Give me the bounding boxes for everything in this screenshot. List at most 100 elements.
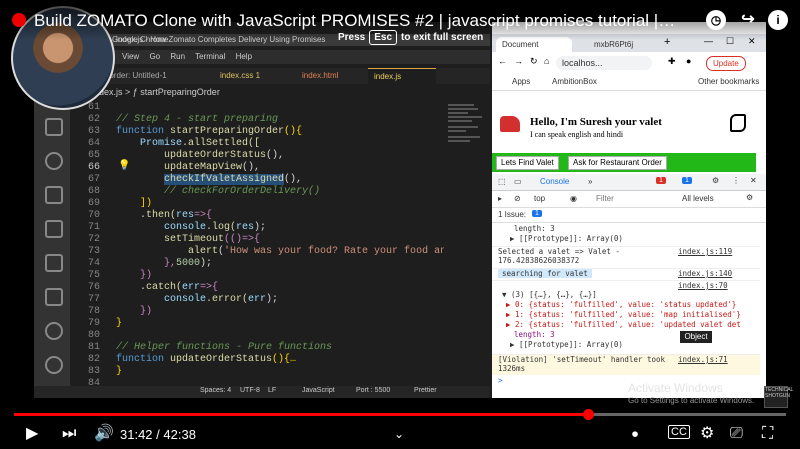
reload-icon[interactable]: ↻: [530, 56, 538, 67]
exit-fullscreen-icon[interactable]: ⛶: [762, 425, 773, 443]
bookmarks-bar: Apps AmbitionBox Other bookmarks: [492, 76, 766, 91]
activate-windows-watermark: Activate Windows: [628, 381, 723, 395]
forward-icon[interactable]: →: [514, 56, 523, 66]
issues-count-badge[interactable]: 1: [532, 210, 542, 217]
levels-select[interactable]: All levels: [682, 194, 714, 203]
line-number: 77: [87, 294, 100, 305]
line-number: 76: [87, 282, 100, 293]
kebab-menu-icon[interactable]: ⋮: [732, 176, 740, 185]
channel-logo[interactable]: TECHNICAL SHOTGUN: [764, 386, 793, 408]
error-count-badge[interactable]: 1: [656, 177, 666, 184]
menu-go[interactable]: Go: [149, 52, 160, 61]
console-filter-bar: ▸ ⊘ top ◉ Filter All levels ⚙: [492, 191, 766, 208]
source-control-icon[interactable]: [45, 152, 63, 170]
line-number: 83: [87, 366, 100, 377]
next-icon[interactable]: ⏭: [62, 425, 76, 443]
play-icon[interactable]: ▶: [26, 425, 38, 443]
console-source-link[interactable]: index.js:119: [678, 247, 732, 256]
share-icon[interactable]: ↪: [738, 10, 758, 30]
status-port[interactable]: Port : 5500: [356, 387, 390, 394]
menu-help[interactable]: Help: [236, 52, 252, 61]
account-icon[interactable]: [45, 322, 63, 340]
console-source-link[interactable]: index.js:70: [678, 281, 728, 290]
find-valet-button[interactable]: Lets Find Valet: [496, 156, 559, 170]
tab-index-css[interactable]: index.css 1: [214, 68, 290, 84]
code-line-64: Promise.allSettled([: [140, 138, 260, 149]
code-editor[interactable]: // Step 4 - start preparing function sta…: [114, 100, 494, 390]
code-token: 5000: [176, 258, 201, 269]
address-bar[interactable]: localhos...: [556, 56, 652, 70]
profile-icon[interactable]: ●: [686, 56, 691, 66]
update-button[interactable]: Update: [706, 56, 746, 71]
bookmark-ambitionbox[interactable]: AmbitionBox: [552, 77, 597, 86]
activity-bar: [34, 100, 70, 398]
autoplay-toggle[interactable]: ⏺: [632, 425, 638, 443]
player-controls: ▶ ⏭ 🔊 31:42 / 42:38 ⌄ ⏺ CC ⚙ ⎚ ⛶: [0, 420, 800, 449]
console-line[interactable]: ▶ [[Prototype]]: Array(0): [492, 340, 772, 351]
console-output[interactable]: length: 3 ▶ [[Prototype]]: Array(0) Sele…: [492, 224, 766, 398]
vscode-status-bar: Spaces: 4 UTF-8 LF JavaScript Port : 550…: [34, 386, 490, 398]
volume-icon[interactable]: 🔊: [94, 425, 114, 443]
close-devtools-icon[interactable]: ✕: [750, 176, 757, 185]
extensions-icon[interactable]: [45, 220, 63, 238]
device-icon[interactable]: ▭: [514, 177, 522, 186]
code-token: .error(: [206, 294, 249, 305]
back-icon[interactable]: ←: [498, 56, 507, 66]
code-token: );: [200, 258, 213, 269]
menu-run[interactable]: Run: [170, 52, 185, 61]
status-eol[interactable]: LF: [268, 387, 276, 394]
inspect-icon[interactable]: ⬚: [498, 177, 506, 186]
status-encoding[interactable]: UTF-8: [240, 387, 260, 394]
minimap[interactable]: [444, 100, 490, 390]
code-token: .then(: [140, 210, 177, 221]
remote-explorer-icon[interactable]: [45, 254, 63, 272]
gear-icon[interactable]: [45, 356, 63, 374]
ask-restaurant-button[interactable]: Ask for Restaurant Order: [568, 156, 667, 170]
status-prettier[interactable]: Prettier: [414, 387, 437, 394]
captions-icon[interactable]: CC: [668, 425, 690, 439]
chevron-down-icon[interactable]: ⌄: [394, 425, 404, 443]
cast-icon[interactable]: ⎚: [730, 425, 743, 443]
issues-label[interactable]: 1 Issue:: [498, 210, 526, 219]
testing-icon[interactable]: [45, 288, 63, 306]
home-icon[interactable]: ⌂: [544, 56, 549, 66]
tab-index-html[interactable]: index.html: [296, 68, 372, 84]
extensions-icon[interactable]: ✚: [668, 56, 676, 67]
clear-console-icon[interactable]: ⊘: [514, 194, 521, 203]
context-select[interactable]: top: [534, 194, 545, 203]
status-spaces[interactable]: Spaces: 4: [200, 387, 231, 394]
sidebar-toggle-icon[interactable]: ▸: [498, 194, 502, 203]
message-count-badge[interactable]: 1: [682, 177, 692, 184]
console-source-link[interactable]: index.js:71: [678, 355, 728, 364]
record-dot-icon: [12, 13, 26, 27]
menu-view[interactable]: View: [122, 52, 139, 61]
breadcrumb[interactable]: ndex.js > ƒ startPreparingOrder: [94, 87, 220, 97]
console-settings-icon[interactable]: ⚙: [746, 193, 753, 202]
settings-icon[interactable]: ⚙: [700, 425, 714, 443]
tab-index-js[interactable]: index.js: [368, 68, 436, 85]
line-number: 75: [87, 270, 100, 281]
phone-icon[interactable]: [730, 114, 746, 132]
more-tabs-icon[interactable]: »: [588, 177, 592, 186]
eye-icon[interactable]: ◉: [570, 194, 577, 203]
clock-icon[interactable]: ◷: [706, 10, 726, 30]
status-language[interactable]: JavaScript: [302, 387, 335, 394]
search-icon[interactable]: [45, 118, 63, 136]
progress-scrubber[interactable]: [583, 409, 595, 420]
code-token: alert: [188, 246, 219, 257]
info-icon[interactable]: i: [768, 10, 788, 30]
gear-icon[interactable]: ⚙: [712, 176, 719, 185]
bookmark-apps[interactable]: Apps: [512, 77, 530, 86]
menu-terminal[interactable]: Terminal: [195, 52, 225, 61]
other-bookmarks[interactable]: Other bookmarks: [698, 77, 759, 86]
code-token: (),: [266, 150, 285, 161]
code-token: (),: [242, 162, 261, 173]
console-source-link[interactable]: index.js:140: [678, 269, 732, 278]
run-debug-icon[interactable]: [45, 186, 63, 204]
hint-text-post: to exit full screen: [401, 32, 484, 43]
video-title[interactable]: Build ZOMATO Clone with JavaScript PROMI…: [34, 11, 684, 31]
code-token: err: [182, 282, 201, 293]
code-token: .catch(: [140, 282, 183, 293]
filter-input[interactable]: Filter: [596, 194, 614, 203]
console-tab[interactable]: Console: [540, 177, 569, 186]
